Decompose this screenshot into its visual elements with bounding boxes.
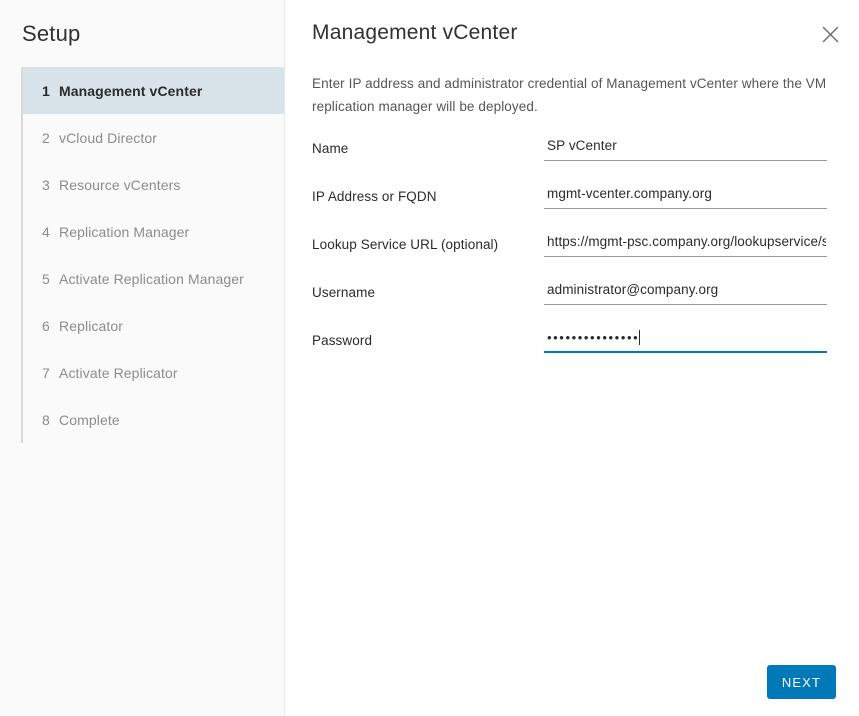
step-label: Replicator bbox=[59, 317, 124, 334]
step-label: vCloud Director bbox=[59, 129, 157, 146]
step-number: 7 bbox=[42, 364, 50, 381]
lookup-service-url-input[interactable] bbox=[544, 230, 827, 257]
ip-address-field-wrapper bbox=[544, 179, 827, 209]
step-label: Complete bbox=[59, 411, 120, 428]
step-label: Resource vCenters bbox=[59, 176, 181, 193]
username-field-wrapper bbox=[544, 275, 827, 305]
setup-wizard-dialog: Setup 1 Management vCenter 2 vCloud Directo… bbox=[0, 0, 859, 716]
wizard-footer: NEXT bbox=[766, 665, 836, 699]
step-label: Replication Manager bbox=[59, 223, 190, 240]
step-number: 2 bbox=[42, 129, 50, 146]
step-number: 3 bbox=[42, 176, 50, 193]
wizard-step-list: 1 Management vCenter 2 vCloud Director 3 Reso… bbox=[21, 67, 284, 443]
form-row-username: Username bbox=[312, 275, 827, 323]
sidebar-step-vcloud-director[interactable]: 2 vCloud Director bbox=[23, 114, 284, 161]
page-title: Management vCenter bbox=[312, 21, 518, 44]
sidebar-step-management-vcenter[interactable]: 1 Management vCenter bbox=[23, 67, 284, 114]
ip-address-input[interactable] bbox=[544, 182, 827, 209]
form-row-name: Name bbox=[312, 131, 827, 179]
step-label: Activate Replication Manager bbox=[59, 270, 244, 287]
sidebar-step-complete[interactable]: 8 Complete bbox=[23, 396, 284, 443]
sidebar-step-activate-replicator[interactable]: 7 Activate Replicator bbox=[23, 349, 284, 396]
username-input[interactable] bbox=[544, 278, 827, 305]
password-field-wrapper: ••••••••••••••• bbox=[544, 323, 827, 353]
name-input[interactable] bbox=[544, 134, 827, 161]
name-field-wrapper bbox=[544, 131, 827, 161]
sidebar-title: Setup bbox=[22, 21, 81, 46]
step-number: 8 bbox=[42, 411, 50, 428]
lookup-service-url-label: Lookup Service URL (optional) bbox=[312, 237, 499, 252]
password-masked-value: ••••••••••••••• bbox=[547, 329, 640, 345]
next-button[interactable]: NEXT bbox=[766, 665, 836, 699]
sidebar-step-resource-vcenters[interactable]: 3 Resource vCenters bbox=[23, 161, 284, 208]
sidebar-step-replicator[interactable]: 6 Replicator bbox=[23, 302, 284, 349]
sidebar-step-activate-replication-manager[interactable]: 5 Activate Replication Manager bbox=[23, 255, 284, 302]
password-label: Password bbox=[312, 333, 373, 348]
sidebar-step-replication-manager[interactable]: 4 Replication Manager bbox=[23, 208, 284, 255]
panel-description: Enter IP address and administrator crede… bbox=[312, 76, 827, 114]
step-number: 5 bbox=[42, 270, 50, 287]
form-row-lookup-service-url: Lookup Service URL (optional) bbox=[312, 227, 827, 275]
step-label: Management vCenter bbox=[59, 82, 203, 99]
close-icon[interactable] bbox=[818, 22, 842, 46]
step-number: 6 bbox=[42, 317, 50, 334]
form-row-ip-address: IP Address or FQDN bbox=[312, 179, 827, 227]
wizard-main-panel: Management vCenter Enter IP address and … bbox=[285, 0, 859, 716]
lookup-service-url-field-wrapper bbox=[544, 227, 827, 257]
step-number: 4 bbox=[42, 223, 50, 240]
form-row-password: Password ••••••••••••••• bbox=[312, 323, 827, 371]
name-label: Name bbox=[312, 141, 349, 156]
text-cursor bbox=[639, 330, 641, 345]
wizard-sidebar: Setup 1 Management vCenter 2 vCloud Directo… bbox=[0, 0, 285, 716]
step-label: Activate Replicator bbox=[59, 364, 178, 381]
ip-address-label: IP Address or FQDN bbox=[312, 189, 437, 204]
username-label: Username bbox=[312, 285, 376, 300]
step-number: 1 bbox=[42, 82, 50, 99]
password-input[interactable]: ••••••••••••••• bbox=[544, 326, 827, 353]
vcenter-credentials-form: Name IP Address or FQDN Lookup Service URL… bbox=[312, 131, 827, 371]
